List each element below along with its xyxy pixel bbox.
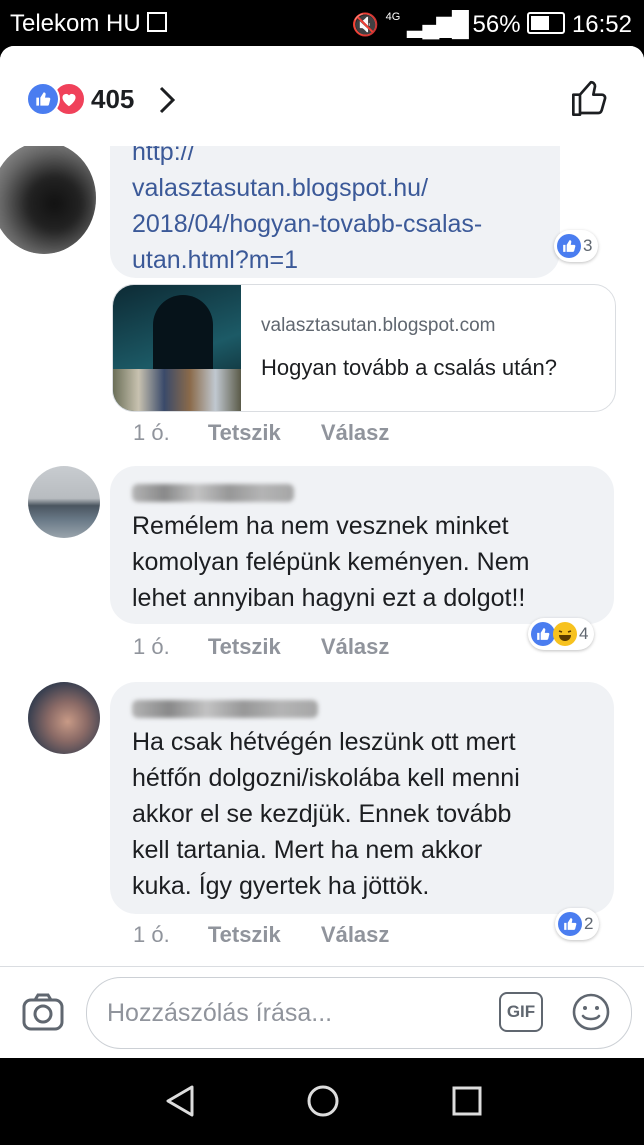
avatar[interactable] <box>28 682 100 754</box>
mute-icon: 🔇 <box>351 12 379 37</box>
camera-icon[interactable] <box>22 993 64 1031</box>
carrier-label: Telekom HU <box>10 10 167 38</box>
reaction-badge[interactable]: 2 <box>555 908 600 940</box>
reply-link[interactable]: Válasz <box>321 634 390 659</box>
link-preview-card[interactable]: valasztasutan.blogspot.com Hogyan tovább… <box>112 284 616 412</box>
comment-input-box[interactable]: GIF <box>86 977 632 1049</box>
comment-composer: GIF <box>0 966 644 1058</box>
comment-bubble[interactable]: Remélem ha nem vesznek minket komolyan f… <box>110 466 614 624</box>
like-icon <box>558 912 582 936</box>
comment-time: 1 ó. <box>133 420 170 445</box>
comment-link[interactable]: http:// valasztasutan.blogspot.hu/ 2018/… <box>132 134 482 278</box>
reply-link[interactable]: Válasz <box>321 922 390 947</box>
reactions-header: 405 <box>0 46 644 146</box>
reaction-count: 4 <box>579 624 589 643</box>
comment-meta: 1 ó. Tetszik Válasz <box>133 634 389 660</box>
comment-time: 1 ó. <box>133 634 170 659</box>
recents-icon[interactable] <box>452 1086 482 1116</box>
comment-bubble[interactable]: Ha csak hétvégén leszünk ott mert hétfőn… <box>110 682 614 914</box>
reaction-count: 3 <box>583 236 593 255</box>
gif-label: GIF <box>506 1002 536 1021</box>
sim-icon <box>146 12 167 32</box>
like-link[interactable]: Tetszik <box>208 420 281 445</box>
like-icon <box>531 622 555 646</box>
network-label: 4G <box>385 11 401 23</box>
author-name[interactable] <box>132 484 294 502</box>
comment-time: 1 ó. <box>133 922 170 947</box>
reaction-badge[interactable]: 3 <box>554 230 599 262</box>
like-link[interactable]: Tetszik <box>208 634 281 659</box>
system-nav-bar <box>0 1058 644 1145</box>
comment-text: Ha csak hétvégén leszünk ott mert hétfőn… <box>132 728 520 900</box>
reply-link[interactable]: Válasz <box>321 420 390 445</box>
comments-sheet: http:// valasztasutan.blogspot.hu/ 2018/… <box>0 46 644 1058</box>
comment-feed[interactable]: http:// valasztasutan.blogspot.hu/ 2018/… <box>0 46 644 1058</box>
gif-button[interactable]: GIF <box>499 992 543 1032</box>
reaction-badge[interactable]: 4 <box>528 618 595 650</box>
status-right: 🔇 4G ▂▄▆█ 56% 16:52 <box>352 10 632 39</box>
battery-percent: 56% <box>472 11 521 38</box>
like-outline-icon[interactable] <box>570 78 610 118</box>
back-icon[interactable] <box>164 1084 196 1118</box>
clock: 16:52 <box>571 11 632 38</box>
avatar[interactable] <box>0 142 96 254</box>
reaction-total: 405 <box>91 84 135 114</box>
like-icon <box>557 234 581 258</box>
comment-meta: 1 ó. Tetszik Válasz <box>133 922 389 948</box>
battery-icon <box>527 12 566 34</box>
avatar[interactable] <box>28 466 100 538</box>
haha-icon <box>553 622 577 646</box>
comment-input[interactable] <box>105 994 489 1032</box>
home-icon[interactable] <box>306 1084 340 1118</box>
like-link[interactable]: Tetszik <box>208 922 281 947</box>
link-preview-image <box>113 285 241 411</box>
signal-icon: ▂▄▆█ <box>406 11 469 38</box>
reactions-summary[interactable]: 405 <box>0 46 200 146</box>
chevron-right-icon <box>159 86 176 114</box>
author-name[interactable] <box>132 700 318 718</box>
like-icon <box>26 82 60 116</box>
link-preview-title: Hogyan tovább a csalás után? <box>261 355 557 380</box>
emoji-icon[interactable] <box>571 992 611 1032</box>
reaction-count: 2 <box>584 914 594 933</box>
comment-text: Remélem ha nem vesznek minket komolyan f… <box>132 512 530 612</box>
link-preview-domain: valasztasutan.blogspot.com <box>261 315 496 336</box>
status-bar: Telekom HU 🔇 4G ▂▄▆█ 56% 16:52 <box>0 0 644 46</box>
comment-meta: 1 ó. Tetszik Válasz <box>133 420 389 446</box>
